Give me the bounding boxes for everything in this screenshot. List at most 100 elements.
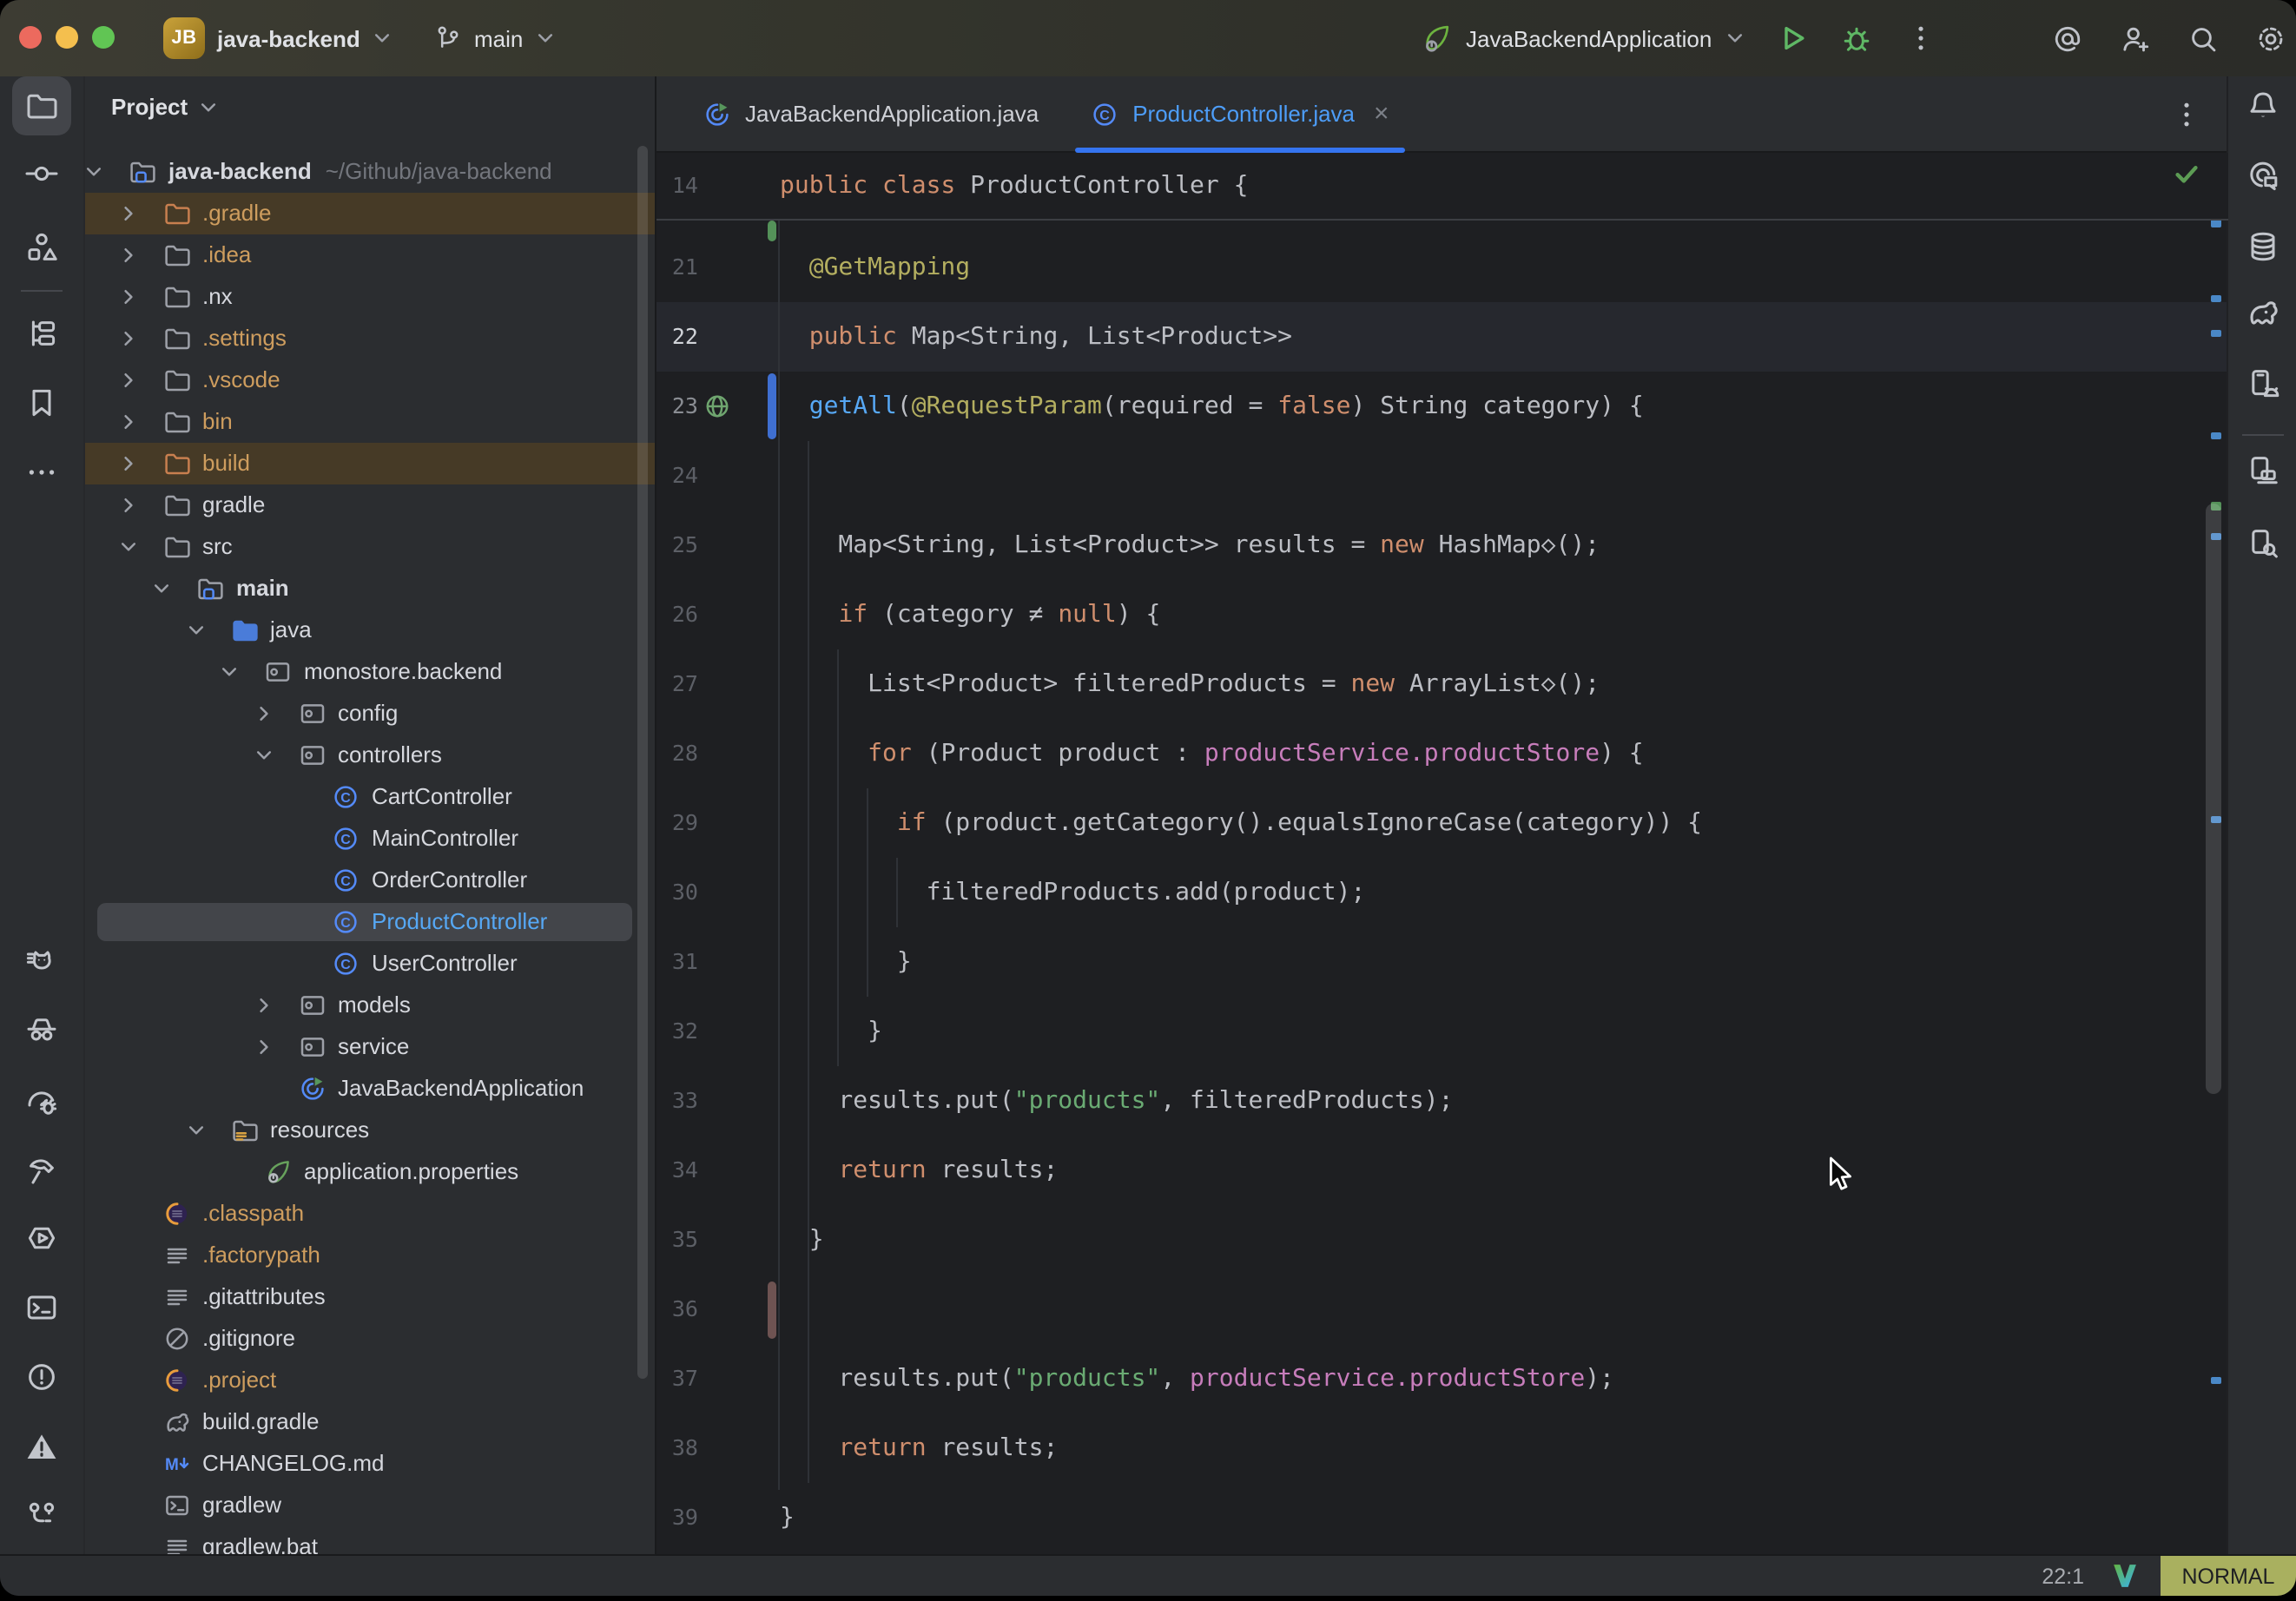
play-icon[interactable] — [1775, 21, 1810, 56]
tree-item[interactable]: build — [85, 443, 656, 484]
tool-button-copilot-cat[interactable] — [12, 932, 71, 992]
tree-item[interactable]: models — [85, 985, 656, 1026]
tree-item[interactable]: .factorypath — [85, 1235, 656, 1276]
chevron-down-icon[interactable] — [151, 578, 172, 599]
ok-check-icon[interactable] — [2173, 160, 2200, 188]
editor-tab[interactable]: JavaBackendApplication.java — [677, 76, 1065, 151]
tree-item[interactable]: .settings — [85, 318, 656, 359]
chevron-right-icon[interactable] — [117, 245, 138, 266]
tree-item[interactable]: .gradle — [85, 193, 656, 234]
chevron-down-icon[interactable] — [185, 620, 206, 641]
run-configuration-widget[interactable]: JavaBackendApplication — [1421, 0, 1745, 76]
globe-endpoint-icon[interactable] — [703, 392, 731, 420]
tree-item[interactable]: resources — [85, 1110, 656, 1151]
chevron-right-icon[interactable] — [117, 203, 138, 224]
chevron-right-icon[interactable] — [117, 412, 138, 432]
chevron-right-icon[interactable] — [117, 287, 138, 307]
tool-button-services[interactable] — [12, 1209, 71, 1268]
tool-button-terminal[interactable] — [12, 1278, 71, 1337]
tree-item[interactable]: controllers — [85, 735, 656, 776]
chevron-down-icon[interactable] — [219, 662, 240, 682]
tree-item[interactable]: build.gradle — [85, 1401, 656, 1443]
caret-position[interactable]: 22:1 — [2042, 1564, 2084, 1588]
ideavim-icon[interactable] — [2112, 1563, 2138, 1589]
tree-item[interactable]: .gitignore — [85, 1318, 656, 1360]
tree-item[interactable]: CUserController — [85, 943, 656, 985]
tree-item[interactable]: .gitattributes — [85, 1276, 656, 1318]
chevron-down-icon[interactable] — [117, 537, 138, 557]
tool-button-layout-inspector[interactable] — [2233, 514, 2293, 573]
chevron-right-icon[interactable] — [253, 995, 274, 1016]
minimize-button[interactable] — [56, 26, 78, 49]
tool-button-more-horizontal[interactable] — [12, 443, 71, 502]
tree-item[interactable]: monostore.backend — [85, 651, 656, 693]
tree-item[interactable]: COrderController — [85, 860, 656, 901]
tab-options-icon[interactable] — [2169, 96, 2204, 131]
tool-button-version-control[interactable] — [12, 1486, 71, 1545]
chevron-right-icon[interactable] — [117, 495, 138, 516]
editor-tab[interactable]: CProductController.java× — [1065, 76, 1415, 151]
add-user-icon[interactable] — [2119, 22, 2152, 55]
tool-button-project[interactable] — [12, 76, 71, 135]
ai-at-icon[interactable] — [2051, 22, 2084, 55]
tree-item[interactable]: service — [85, 1026, 656, 1068]
tree-item[interactable]: main — [85, 568, 656, 609]
tool-button-bookmarks[interactable] — [12, 373, 71, 432]
more-vertical-icon[interactable] — [1903, 21, 1938, 56]
tree-item[interactable]: CMainController — [85, 818, 656, 860]
editor-scrollbar[interactable] — [2206, 504, 2221, 1094]
tree-item[interactable]: src — [85, 526, 656, 568]
tree-item[interactable]: gradle — [85, 484, 656, 526]
tree-item[interactable]: java-backend~/Github/java-backend — [85, 151, 656, 193]
chevron-right-icon[interactable] — [117, 370, 138, 391]
chevron-down-icon[interactable] — [253, 745, 274, 766]
chevron-right-icon[interactable] — [117, 453, 138, 474]
chevron-right-icon[interactable] — [253, 1037, 274, 1057]
tool-button-warning[interactable] — [12, 1417, 71, 1476]
tool-button-build-hammer[interactable] — [12, 1141, 71, 1200]
tree-item[interactable]: .idea — [85, 234, 656, 276]
tree-scrollbar[interactable] — [637, 146, 648, 1379]
settings-icon[interactable] — [2254, 22, 2287, 55]
tool-window-header[interactable]: Project — [111, 94, 219, 120]
maximize-button[interactable] — [92, 26, 115, 49]
project-widget[interactable]: JB java-backend — [163, 0, 393, 76]
tool-button-problems[interactable] — [12, 1347, 71, 1407]
tree-item[interactable]: gradlew.bat — [85, 1526, 656, 1554]
chevron-right-icon[interactable] — [253, 703, 274, 724]
close-button[interactable] — [19, 26, 42, 49]
tree-item[interactable]: .vscode — [85, 359, 656, 401]
tool-button-ai-assistant[interactable] — [2233, 146, 2293, 205]
code-editor[interactable]: 21 @GetMapping22 public Map<String, List… — [655, 153, 2228, 1554]
chevron-down-icon[interactable] — [83, 161, 104, 182]
chevron-down-icon[interactable] — [185, 1120, 206, 1141]
tool-button-hierarchy[interactable] — [12, 304, 71, 363]
tree-item[interactable]: application.properties — [85, 1151, 656, 1193]
tree-item[interactable]: java — [85, 609, 656, 651]
tool-button-device-mirror[interactable] — [2233, 441, 2293, 500]
tool-button-notifications[interactable] — [2233, 76, 2293, 135]
tool-button-incognito[interactable] — [12, 1000, 71, 1059]
project-tool-window[interactable]: Project java-backend~/Github/java-backen… — [83, 76, 656, 1554]
tool-button-profiler[interactable] — [12, 1071, 71, 1130]
search-icon[interactable] — [2187, 22, 2220, 55]
tool-button-commit[interactable] — [12, 144, 71, 203]
tree-item[interactable]: gradlew — [85, 1485, 656, 1526]
tree-item[interactable]: MCHANGELOG.md — [85, 1443, 656, 1485]
tool-button-structure[interactable] — [12, 217, 71, 276]
tree-item[interactable]: .project — [85, 1360, 656, 1401]
tree-item[interactable]: .classpath — [85, 1193, 656, 1235]
tree-item[interactable]: bin — [85, 401, 656, 443]
chevron-right-icon[interactable] — [117, 328, 138, 349]
tool-button-gradle[interactable] — [2233, 283, 2293, 342]
tree-item[interactable]: CProductController — [85, 901, 656, 943]
tree-item[interactable]: JavaBackendApplication — [85, 1068, 656, 1110]
tree-item[interactable]: .nx — [85, 276, 656, 318]
branch-widget[interactable]: main — [434, 0, 556, 76]
debug-icon[interactable] — [1839, 21, 1874, 56]
tree-item[interactable]: config — [85, 693, 656, 735]
tool-button-running-devices[interactable] — [2233, 354, 2293, 413]
close-tab-icon[interactable]: × — [1374, 99, 1389, 128]
tree-item[interactable]: CCartController — [85, 776, 656, 818]
tool-button-database[interactable] — [2233, 217, 2293, 276]
